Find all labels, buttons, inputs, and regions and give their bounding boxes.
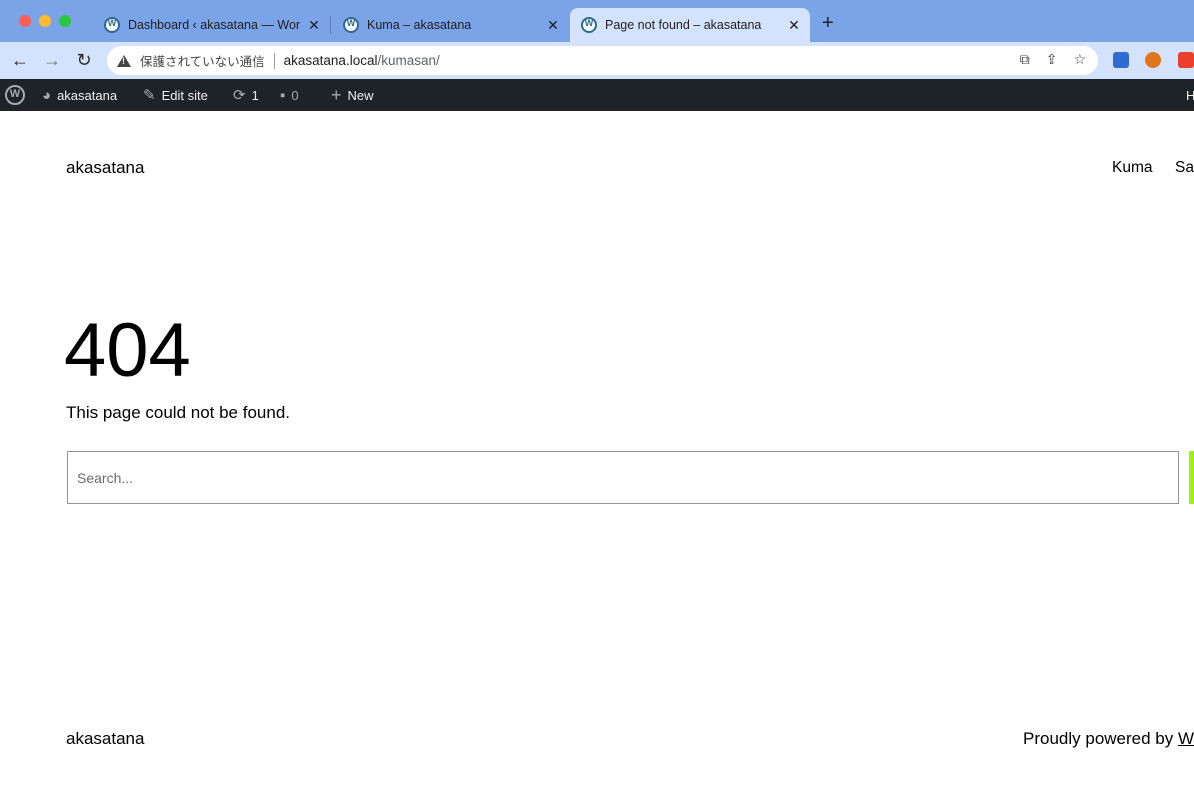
- site-name-link[interactable]: ◕ akasatana: [42, 79, 117, 111]
- new-tab-button[interactable]: +: [822, 12, 834, 35]
- browser-tab-strip: Dashboard ‹ akasatana — WordPress ✕ Kuma…: [0, 0, 1194, 42]
- comment-bubble-icon: ▪: [280, 86, 286, 104]
- tab-page-not-found[interactable]: Page not found – akasatana ✕: [570, 8, 810, 42]
- updates-link[interactable]: ⟳ 1: [233, 79, 259, 111]
- close-window-button[interactable]: [19, 15, 31, 27]
- extension-s-icon[interactable]: [1113, 52, 1129, 68]
- tab-dashboard[interactable]: Dashboard ‹ akasatana — WordPress ✕: [96, 8, 328, 42]
- tab-title: Kuma – akasatana: [367, 18, 472, 32]
- url-host[interactable]: akasatana.local: [284, 53, 378, 68]
- edit-site-link[interactable]: ✎ Edit site: [143, 79, 208, 111]
- zoom-window-button[interactable]: [59, 15, 71, 27]
- powered-by-text: Proudly powered by: [1023, 729, 1178, 748]
- tab-kuma[interactable]: Kuma – akasatana ✕: [335, 8, 567, 42]
- new-label: New: [347, 87, 374, 103]
- reload-icon[interactable]: ↻: [73, 49, 95, 71]
- error-code-heading: 404: [64, 308, 191, 393]
- not-found-message: This page could not be found.: [66, 403, 290, 422]
- wordpress-favicon-icon: [104, 17, 120, 33]
- warning-icon[interactable]: [117, 54, 131, 67]
- edit-site-label: Edit site: [161, 87, 208, 103]
- brush-icon: ✎: [143, 87, 156, 104]
- plus-icon: +: [331, 84, 342, 105]
- bookmark-star-icon[interactable]: ☆: [1073, 51, 1086, 68]
- site-title[interactable]: akasatana: [66, 158, 144, 178]
- wordpress-favicon-icon: [581, 17, 597, 33]
- forward-arrow-icon[interactable]: →: [41, 49, 63, 71]
- omnibox-divider: [273, 52, 275, 69]
- howdy-label: H: [1186, 87, 1194, 103]
- wordpress-link[interactable]: W: [1178, 729, 1194, 748]
- tab-title: Dashboard ‹ akasatana — WordPress: [128, 18, 300, 32]
- share-icon[interactable]: ⇪: [1046, 51, 1058, 68]
- minimize-window-button[interactable]: [39, 15, 51, 27]
- footer-site-title[interactable]: akasatana: [66, 729, 144, 749]
- close-tab-icon[interactable]: ✕: [306, 17, 322, 34]
- extension-red-icon[interactable]: [1178, 52, 1194, 68]
- new-content-link[interactable]: + New: [331, 79, 374, 111]
- omnibox-actions: ⧉ ⇪ ☆: [1020, 51, 1086, 68]
- wp-admin-bar: ◕ akasatana ✎ Edit site ⟳ 1 ▪ 0 + New H: [0, 79, 1194, 111]
- close-tab-icon[interactable]: ✕: [786, 17, 802, 34]
- browser-toolbar: ← → ↻ 保護されていない通信 akasatana.local/kumasan…: [0, 42, 1194, 79]
- wp-menu-button[interactable]: [5, 79, 25, 111]
- search-button[interactable]: [1189, 451, 1194, 504]
- comments-link[interactable]: ▪ 0: [280, 79, 299, 111]
- nav-item-kuma[interactable]: Kuma: [1112, 159, 1153, 177]
- tab-separator: [330, 16, 331, 34]
- wordpress-favicon-icon: [343, 17, 359, 33]
- powered-by-credit: Proudly powered by W: [1023, 729, 1194, 749]
- back-arrow-icon[interactable]: ←: [9, 49, 31, 71]
- admin-site-name: akasatana: [57, 87, 118, 103]
- nav-item-sa[interactable]: Sa: [1175, 159, 1194, 177]
- address-bar[interactable]: 保護されていない通信 akasatana.local/kumasan/ ⧉ ⇪ …: [107, 46, 1098, 75]
- metamask-extension-icon[interactable]: [1145, 52, 1161, 68]
- security-status[interactable]: 保護されていない通信: [140, 51, 265, 70]
- close-tab-icon[interactable]: ✕: [545, 17, 561, 34]
- wordpress-logo-icon: [5, 85, 25, 105]
- comments-count: 0: [291, 87, 299, 103]
- updates-refresh-icon: ⟳: [233, 87, 246, 104]
- search-input[interactable]: [67, 451, 1179, 504]
- dashboard-gauge-icon: ◕: [42, 86, 52, 104]
- howdy-account-link[interactable]: H: [1186, 79, 1194, 111]
- translate-icon[interactable]: ⧉: [1020, 51, 1030, 68]
- url-path[interactable]: /kumasan/: [377, 53, 439, 68]
- tab-title: Page not found – akasatana: [605, 18, 762, 32]
- updates-count: 1: [251, 87, 259, 103]
